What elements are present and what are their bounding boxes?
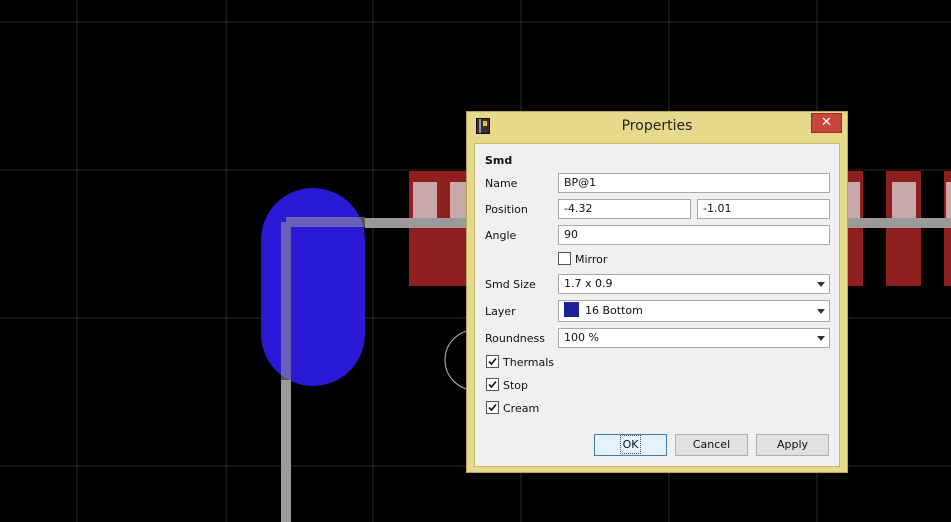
mirror-label: Mirror <box>575 253 608 266</box>
close-button[interactable]: ✕ <box>811 113 842 133</box>
ok-button[interactable]: OK <box>594 434 667 456</box>
stop-label: Stop <box>503 379 529 392</box>
ok-button-label: OK <box>619 435 642 454</box>
angle-label: Angle <box>485 229 517 242</box>
position-y-input[interactable]: -1.01 <box>697 199 830 219</box>
mirror-checkbox[interactable] <box>558 252 571 265</box>
position-label: Position <box>485 203 528 216</box>
cream-checkbox[interactable] <box>486 401 499 414</box>
dialog-titlebar[interactable]: Properties ✕ <box>467 112 847 142</box>
checkmark-icon <box>488 403 497 412</box>
smd-size-value: 1.7 x 0.9 <box>564 277 613 290</box>
name-label: Name <box>485 177 518 190</box>
angle-input[interactable]: 90 <box>558 225 830 245</box>
chevron-down-icon <box>817 336 825 341</box>
stop-checkbox[interactable] <box>486 378 499 391</box>
checkmark-icon <box>488 380 497 389</box>
position-x-input[interactable]: -4.32 <box>558 199 691 219</box>
smd-size-select[interactable]: 1.7 x 0.9 <box>558 274 830 294</box>
smd-size-label: Smd Size <box>485 278 536 291</box>
roundness-select[interactable]: 100 % <box>558 328 830 348</box>
checkmark-icon <box>488 357 497 366</box>
layer-value: 16 Bottom <box>585 304 643 317</box>
cancel-button[interactable]: Cancel <box>675 434 748 456</box>
thermals-label: Thermals <box>503 356 555 369</box>
thermals-checkbox[interactable] <box>486 355 499 368</box>
properties-dialog[interactable]: Properties ✕ Smd Name BP@1 Position -4.3… <box>466 111 848 473</box>
name-input[interactable]: BP@1 <box>558 173 830 193</box>
cream-label: Cream <box>503 402 540 415</box>
chevron-down-icon <box>817 282 825 287</box>
trace-vertical[interactable] <box>281 380 291 522</box>
roundness-label: Roundness <box>485 332 546 345</box>
dialog-body: Smd Name BP@1 Position -4.32 -1.01 Angle… <box>474 143 840 467</box>
layer-select[interactable]: 16 Bottom <box>558 300 830 322</box>
apply-button[interactable]: Apply <box>756 434 829 456</box>
layer-color-swatch <box>564 302 579 317</box>
layer-label: Layer <box>485 305 516 318</box>
dialog-title: Properties <box>621 118 693 134</box>
chevron-down-icon <box>817 309 825 314</box>
section-title: Smd <box>485 154 513 167</box>
roundness-value: 100 % <box>564 331 599 344</box>
